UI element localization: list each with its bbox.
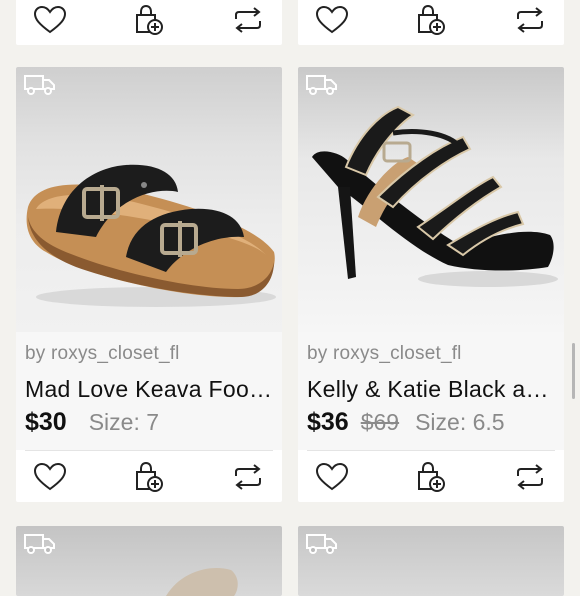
like-button[interactable]: [30, 0, 70, 40]
product-card-top-right: [298, 0, 564, 45]
card-actions: [298, 0, 564, 42]
truck-icon: [306, 534, 337, 554]
bag-add-icon: [418, 461, 445, 492]
share-repeat-icon: [517, 464, 543, 490]
product-photo[interactable]: [298, 67, 564, 332]
sandal-image: [26, 164, 276, 307]
product-info: by roxys_closet_fl Mad Love Keava Foo… $…: [16, 332, 282, 450]
price-row: $30 Size: 7: [25, 408, 159, 437]
add-to-bundle-button[interactable]: [411, 457, 451, 497]
bag-add-icon: [136, 4, 163, 35]
share-repeat-icon: [517, 7, 543, 33]
scrollbar[interactable]: [572, 343, 575, 399]
share-repeat-icon: [235, 464, 261, 490]
product-card[interactable]: by roxys_closet_fl Mad Love Keava Foo… $…: [16, 67, 282, 502]
heart-icon: [315, 5, 349, 34]
product-title[interactable]: Kelly & Katie Black a…: [307, 376, 558, 403]
product-photo[interactable]: [16, 526, 282, 596]
share-button[interactable]: [510, 0, 550, 40]
share-button[interactable]: [510, 457, 550, 497]
heart-icon: [33, 462, 67, 491]
product-title[interactable]: Mad Love Keava Foo…: [25, 376, 276, 403]
product-photo[interactable]: [16, 67, 282, 332]
like-button[interactable]: [312, 0, 352, 40]
add-to-bundle-button[interactable]: [411, 0, 451, 40]
share-button[interactable]: [228, 457, 268, 497]
divider: [307, 450, 555, 451]
product-card-top-left: [16, 0, 282, 45]
share-repeat-icon: [235, 7, 261, 33]
heel-sandal-image: [312, 105, 558, 287]
add-to-bundle-button[interactable]: [129, 0, 169, 40]
like-button[interactable]: [30, 457, 70, 497]
price: $30: [25, 408, 67, 436]
original-price: $69: [360, 409, 400, 435]
divider: [25, 450, 273, 451]
seller-name[interactable]: by roxys_closet_fl: [307, 343, 462, 365]
bag-add-icon: [418, 4, 445, 35]
share-button[interactable]: [228, 0, 268, 40]
product-photo[interactable]: [298, 526, 564, 596]
product-card-bottom-left[interactable]: [16, 526, 282, 596]
heart-icon: [315, 462, 349, 491]
seller-name[interactable]: by roxys_closet_fl: [25, 343, 180, 365]
like-button[interactable]: [312, 457, 352, 497]
product-card-bottom-right[interactable]: [298, 526, 564, 596]
card-actions: [16, 455, 282, 499]
bag-add-icon: [136, 461, 163, 492]
card-actions: [298, 455, 564, 499]
size-label: Size: 6.5: [415, 409, 505, 435]
add-to-bundle-button[interactable]: [129, 457, 169, 497]
heart-icon: [33, 5, 67, 34]
price: $36: [307, 408, 349, 436]
product-card[interactable]: by roxys_closet_fl Kelly & Katie Black a…: [298, 67, 564, 502]
price-row: $36 $69 Size: 6.5: [307, 408, 505, 437]
size-label: Size: 7: [88, 409, 160, 435]
product-info: by roxys_closet_fl Kelly & Katie Black a…: [298, 332, 564, 450]
card-actions: [16, 0, 282, 42]
product-image-partial: [166, 567, 238, 596]
